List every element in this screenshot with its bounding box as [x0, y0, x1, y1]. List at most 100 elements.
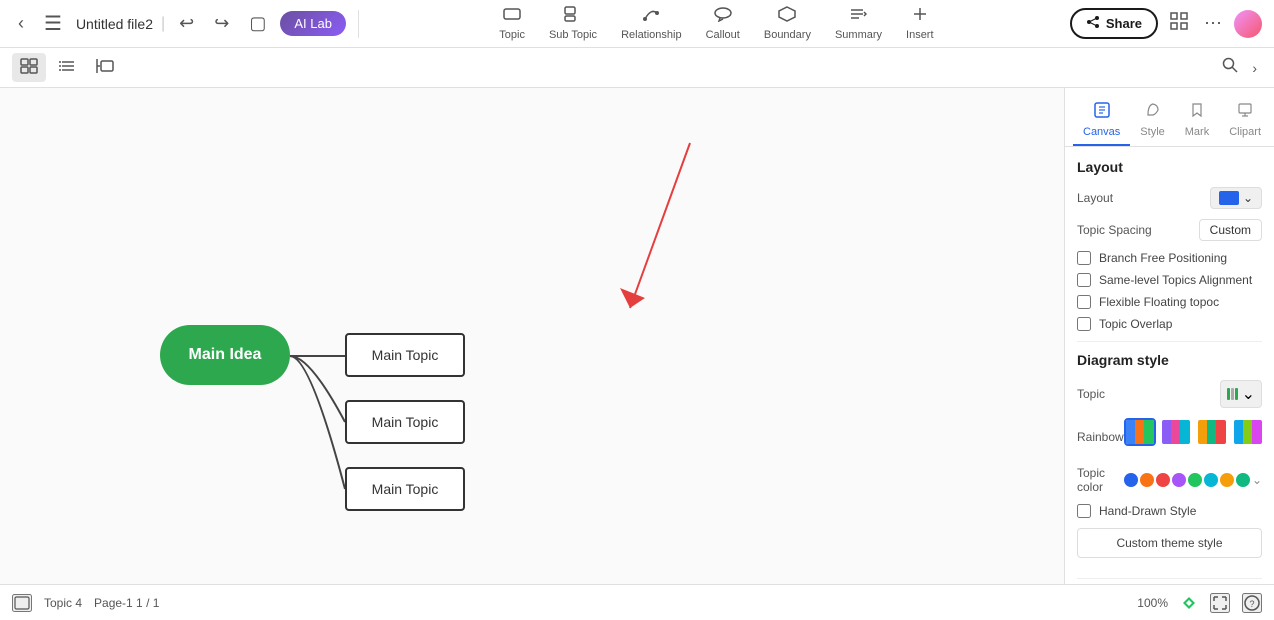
search-button[interactable]	[1217, 52, 1243, 83]
node-count: Topic 4	[44, 596, 82, 610]
color-dot-6[interactable]	[1204, 473, 1218, 487]
branch-free-checkbox[interactable]	[1077, 251, 1091, 265]
main-area: Main Idea Main Topic Main Topic Main Top…	[0, 88, 1274, 584]
share-button[interactable]: Share	[1070, 8, 1158, 39]
custom-theme-button[interactable]: Custom theme style	[1077, 528, 1262, 558]
share-label: Share	[1106, 16, 1142, 31]
topic-icon	[503, 6, 521, 27]
tool-topic[interactable]: Topic	[487, 2, 537, 45]
subtopic-icon	[564, 6, 582, 27]
pages-button[interactable]	[12, 594, 32, 612]
zoom-level: 100%	[1137, 596, 1168, 610]
topic-spacing-label: Topic Spacing	[1077, 223, 1152, 237]
section-divider-2	[1077, 578, 1262, 579]
summary-icon	[849, 6, 867, 27]
diagram-style-title: Diagram style	[1077, 352, 1262, 368]
view-grid-button[interactable]	[12, 53, 46, 82]
main-idea-node[interactable]: Main Idea	[160, 325, 290, 385]
divider-1: |	[161, 15, 165, 33]
tool-summary-label: Summary	[835, 29, 882, 41]
redo-button[interactable]: ↪	[208, 9, 235, 38]
color-dot-7[interactable]	[1220, 473, 1234, 487]
relationship-icon	[642, 6, 660, 27]
view-list-button[interactable]	[50, 53, 84, 82]
topic-prop-label: Topic	[1077, 387, 1105, 401]
overlap-checkbox[interactable]	[1077, 317, 1091, 331]
flexible-checkbox[interactable]	[1077, 295, 1091, 309]
topic-style-dropdown[interactable]: ⌄	[1220, 380, 1262, 408]
canvas[interactable]: Main Idea Main Topic Main Topic Main Top…	[0, 88, 1064, 584]
menu-button[interactable]: ☰	[38, 7, 68, 40]
toolbar-divider	[358, 10, 359, 38]
view-bar: ›	[0, 48, 1274, 88]
fullscreen-button[interactable]	[1210, 593, 1230, 613]
toolbar-tools: Topic Sub Topic Relationship Callout	[371, 2, 1062, 45]
canvas-connections	[0, 88, 1064, 584]
same-level-label: Same-level Topics Alignment	[1099, 273, 1252, 287]
tab-canvas[interactable]: Canvas	[1073, 96, 1130, 146]
tab-clipart[interactable]: Clipart	[1219, 96, 1271, 146]
back-button[interactable]: ‹	[12, 9, 30, 38]
tool-relationship-label: Relationship	[621, 29, 682, 41]
topic-color-row: Topic color ⌄	[1077, 466, 1262, 494]
checkbox-flexible: Flexible Floating topoc	[1077, 295, 1262, 309]
color-dot-8[interactable]	[1236, 473, 1250, 487]
checkbox-same-level: Same-level Topics Alignment	[1077, 273, 1262, 287]
rainbow-opt-4[interactable]	[1232, 418, 1264, 446]
color-dot-2[interactable]	[1140, 473, 1154, 487]
panel-content: Layout Layout ⌄ Topic Spacing Custom Bra…	[1065, 147, 1274, 584]
view-outline-button[interactable]	[88, 53, 122, 82]
tab-style[interactable]: Style	[1130, 96, 1174, 146]
layout-dropdown[interactable]: ⌄	[1210, 187, 1262, 209]
diagram-topic-row: Topic ⌄	[1077, 380, 1262, 408]
flexible-label: Flexible Floating topoc	[1099, 295, 1219, 309]
undo-button[interactable]: ↩	[173, 9, 200, 38]
grid-button[interactable]	[1166, 8, 1192, 39]
tab-canvas-label: Canvas	[1083, 126, 1120, 138]
layout-label: Layout	[1077, 191, 1113, 205]
tool-summary[interactable]: Summary	[823, 2, 894, 45]
stripe-gray	[1231, 388, 1234, 400]
topic-node-3[interactable]: Main Topic	[345, 467, 465, 511]
layout-icon	[1219, 191, 1239, 205]
tab-clipart-label: Clipart	[1229, 126, 1261, 138]
tool-subtopic[interactable]: Sub Topic	[537, 2, 609, 45]
rainbow-opt-1[interactable]	[1124, 418, 1156, 446]
rainbow-opt-3[interactable]	[1196, 418, 1228, 446]
custom-badge[interactable]: Custom	[1199, 219, 1262, 241]
ai-lab-button[interactable]: AI Lab	[280, 11, 346, 36]
toolbar-right: Share ⋯	[1070, 8, 1262, 39]
tool-relationship[interactable]: Relationship	[609, 2, 694, 45]
rainbow-opt-2[interactable]	[1160, 418, 1192, 446]
color-dot-3[interactable]	[1156, 473, 1170, 487]
topic-2-label: Main Topic	[372, 414, 439, 430]
hand-drawn-checkbox[interactable]	[1077, 504, 1091, 518]
hand-drawn-row: Hand-Drawn Style	[1077, 504, 1262, 518]
help-button[interactable]: ?	[1242, 593, 1262, 613]
tool-topic-label: Topic	[499, 29, 525, 41]
tool-boundary[interactable]: Boundary	[752, 2, 823, 45]
panel-toggle-button[interactable]: ›	[1247, 55, 1262, 81]
same-level-checkbox[interactable]	[1077, 273, 1091, 287]
brand-logo	[1180, 594, 1198, 612]
color-dot-4[interactable]	[1172, 473, 1186, 487]
tool-callout[interactable]: Callout	[694, 2, 752, 45]
layout-row: Layout ⌄	[1077, 187, 1262, 209]
color-dot-1[interactable]	[1124, 473, 1138, 487]
file-title: Untitled file2	[76, 16, 153, 32]
color-more-button[interactable]: ⌄	[1252, 473, 1262, 487]
tool-insert[interactable]: Insert	[894, 2, 946, 45]
toolbar-left: ‹ ☰ Untitled file2 | ↩ ↪ ▢ AI Lab	[12, 7, 346, 40]
rainbow-options	[1124, 418, 1264, 446]
tool-boundary-label: Boundary	[764, 29, 811, 41]
topic-node-2[interactable]: Main Topic	[345, 400, 465, 444]
color-dot-5[interactable]	[1188, 473, 1202, 487]
tab-mark[interactable]: Mark	[1175, 96, 1219, 146]
rainbow-row: Rainbow	[1077, 418, 1262, 456]
template-button[interactable]: ▢	[243, 9, 272, 38]
topic-node-1[interactable]: Main Topic	[345, 333, 465, 377]
canvas-tab-icon	[1094, 102, 1110, 123]
topic-color-label: Topic color	[1077, 466, 1124, 494]
more-button[interactable]: ⋯	[1200, 9, 1226, 38]
tool-subtopic-label: Sub Topic	[549, 29, 597, 41]
